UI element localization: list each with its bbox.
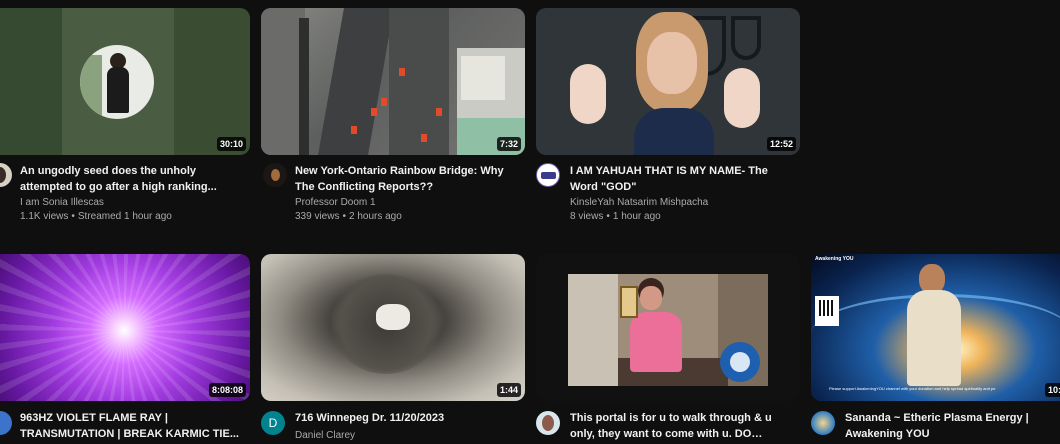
channel-photo	[80, 45, 154, 119]
channel-avatar[interactable]	[0, 411, 12, 435]
video-title[interactable]: 963HZ VIOLET FLAME RAY | TRANSMUTATION |…	[20, 410, 240, 442]
view-count: 1.1K views	[20, 211, 69, 222]
channel-avatar[interactable]	[536, 163, 560, 187]
video-thumbnail[interactable]: 12:52	[536, 8, 800, 155]
channel-name[interactable]: KinsleYah Natsarim Mishpacha	[570, 196, 708, 210]
channel-avatar[interactable]	[811, 411, 835, 435]
video-duration: 12:52	[766, 137, 796, 151]
view-count: 339 views	[295, 211, 340, 222]
video-title[interactable]: This portal is for u to walk through & u…	[570, 410, 785, 442]
channel-avatar[interactable]	[0, 163, 12, 187]
thumbnail-caption-top: Awakening YOU	[815, 256, 854, 262]
video-thumbnail[interactable]	[536, 254, 800, 401]
avatar-letter: D	[268, 416, 278, 430]
thumbnail-caption-bottom: Please support AwakeningYOU channel with…	[829, 386, 996, 391]
video-meta: 339 views • 2 hours ago	[295, 211, 402, 222]
video-thumbnail[interactable]: 8:08:08	[0, 254, 250, 401]
channel-avatar[interactable]: D	[261, 411, 285, 435]
upload-age: 2 hours ago	[348, 211, 402, 222]
video-duration: 8:08:08	[208, 383, 246, 397]
video-thumbnail[interactable]: 7:32	[261, 8, 525, 155]
channel-avatar[interactable]	[536, 411, 560, 435]
video-duration: 7:32	[496, 137, 521, 151]
channel-avatar[interactable]	[263, 163, 287, 187]
video-thumbnail[interactable]: 30:10	[0, 8, 250, 155]
video-card[interactable]: 30:10 An ungodly seed does the unholy at…	[0, 0, 252, 230]
video-card[interactable]: 8:08:08 963HZ VIOLET FLAME RAY | TRANSMU…	[0, 250, 252, 444]
view-count: 8 views	[570, 211, 604, 222]
video-title[interactable]: Sananda ~ Etheric Plasma Energy | Awaken…	[845, 410, 1055, 442]
video-title[interactable]: 716 Winnepeg Dr. 11/20/2023	[295, 410, 520, 426]
channel-name[interactable]: Professor Doom 1	[295, 196, 376, 210]
video-duration: 10:	[1045, 383, 1060, 397]
video-title[interactable]: New York-Ontario Rainbow Bridge: Why The…	[295, 163, 520, 195]
video-thumbnail[interactable]: 1:44	[261, 254, 525, 401]
video-card[interactable]: 7:32 New York-Ontario Rainbow Bridge: Wh…	[261, 0, 525, 230]
channel-name[interactable]: Daniel Clarey	[295, 429, 355, 443]
video-card[interactable]: Awakening YOU Please support AwakeningYO…	[811, 250, 1060, 444]
video-meta: 8 views • 1 hour ago	[570, 211, 661, 222]
video-card[interactable]: This portal is for u to walk through & u…	[536, 250, 800, 444]
upload-age: 1 hour ago	[612, 211, 661, 222]
video-duration: 30:10	[216, 137, 246, 151]
video-card[interactable]: 1:44 D 716 Winnepeg Dr. 11/20/2023 Danie…	[261, 250, 525, 444]
video-title[interactable]: I AM YAHUAH THAT IS MY NAME- The Word "G…	[570, 163, 795, 195]
channel-name[interactable]: I am Sonia Illescas	[20, 196, 104, 210]
video-card[interactable]: 12:52 I AM YAHUAH THAT IS MY NAME- The W…	[536, 0, 800, 230]
video-meta: 1.1K views • Streamed 1 hour ago	[20, 211, 172, 222]
video-title[interactable]: An ungodly seed does the unholy attempte…	[20, 163, 235, 195]
video-duration: 1:44	[496, 383, 521, 397]
upload-age: Streamed 1 hour ago	[77, 211, 172, 222]
video-thumbnail[interactable]: Awakening YOU Please support AwakeningYO…	[811, 254, 1060, 401]
